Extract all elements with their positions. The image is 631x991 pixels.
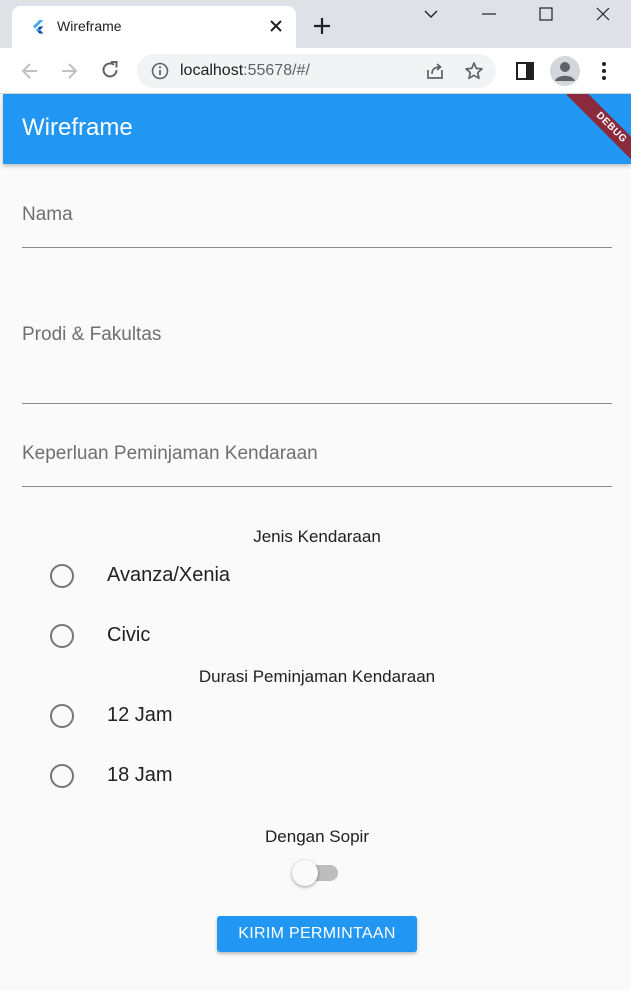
profile-icon xyxy=(555,62,575,81)
flutter-icon xyxy=(33,20,44,34)
side-panel-icon[interactable] xyxy=(514,60,536,82)
keperluan-field-label: Keperluan Peminjaman Kendaraan xyxy=(22,443,318,464)
radio-option-label: Avanza/Xenia xyxy=(107,564,231,586)
keperluan-field[interactable]: Keperluan Peminjaman Kendaraan xyxy=(22,430,612,487)
prodi-fakultas-field-label: Prodi & Fakultas xyxy=(22,324,162,345)
radio-button[interactable] xyxy=(50,624,74,648)
address-bar[interactable]: localhost:55678/#/ xyxy=(137,54,496,88)
switch-thumb xyxy=(292,860,318,886)
radio-option-label: 12 Jam xyxy=(107,704,173,726)
dengan-sopir-label: Dengan Sopir xyxy=(265,827,369,846)
back-icon[interactable] xyxy=(19,60,41,82)
app-bar: Wireframe DEBUG xyxy=(3,94,631,164)
kirim-permintaan-button[interactable]: KIRIM PERMINTAAN xyxy=(217,916,417,952)
url-text[interactable]: localhost:55678/#/ xyxy=(180,62,310,80)
url-path: :55678/#/ xyxy=(243,62,310,79)
bookmark-star-icon[interactable] xyxy=(463,60,485,82)
app-title: Wireframe xyxy=(22,114,133,141)
jenis-kendaraan-label: Jenis Kendaraan xyxy=(253,527,381,546)
sopir-toggle-switch[interactable] xyxy=(292,860,340,886)
share-icon[interactable] xyxy=(424,60,446,82)
browser-tab[interactable]: Wireframe xyxy=(12,6,296,48)
new-tab-icon[interactable] xyxy=(312,16,332,36)
radio-option-label: 18 Jam xyxy=(107,764,173,786)
nama-field-label: Nama xyxy=(22,204,73,225)
reload-icon[interactable] xyxy=(99,59,121,81)
radio-button[interactable] xyxy=(50,564,74,588)
durasi-peminjaman-label: Durasi Peminjaman Kendaraan xyxy=(198,667,436,686)
tab-search-chevron-icon[interactable] xyxy=(416,4,446,26)
close-window-icon[interactable] xyxy=(588,4,618,26)
radio-option-civic[interactable]: Civic xyxy=(50,621,450,651)
minimize-icon[interactable] xyxy=(474,4,504,26)
close-tab-icon[interactable] xyxy=(267,17,285,35)
site-info-icon[interactable] xyxy=(150,61,170,81)
radio-button[interactable] xyxy=(50,764,74,788)
nama-field[interactable]: Nama xyxy=(22,190,612,248)
radio-option-label: Civic xyxy=(107,624,151,646)
prodi-fakultas-field[interactable]: Prodi & Fakultas xyxy=(22,310,612,404)
debug-banner: DEBUG xyxy=(566,94,631,164)
tab-title: Wireframe xyxy=(57,18,122,34)
maximize-icon[interactable] xyxy=(531,4,561,26)
browser-toolbar: localhost:55678/#/ xyxy=(0,48,631,94)
browser-menu-icon[interactable] xyxy=(593,60,615,82)
profile-avatar[interactable] xyxy=(550,56,580,86)
browser-tabstrip: Wireframe xyxy=(0,0,631,48)
radio-button[interactable] xyxy=(50,704,74,728)
radio-option-12-jam[interactable]: 12 Jam xyxy=(50,701,450,731)
url-host: localhost xyxy=(180,62,244,79)
radio-option-avanza-xenia[interactable]: Avanza/Xenia xyxy=(50,561,450,591)
forward-icon[interactable] xyxy=(58,60,80,82)
radio-option-18-jam[interactable]: 18 Jam xyxy=(50,761,450,791)
